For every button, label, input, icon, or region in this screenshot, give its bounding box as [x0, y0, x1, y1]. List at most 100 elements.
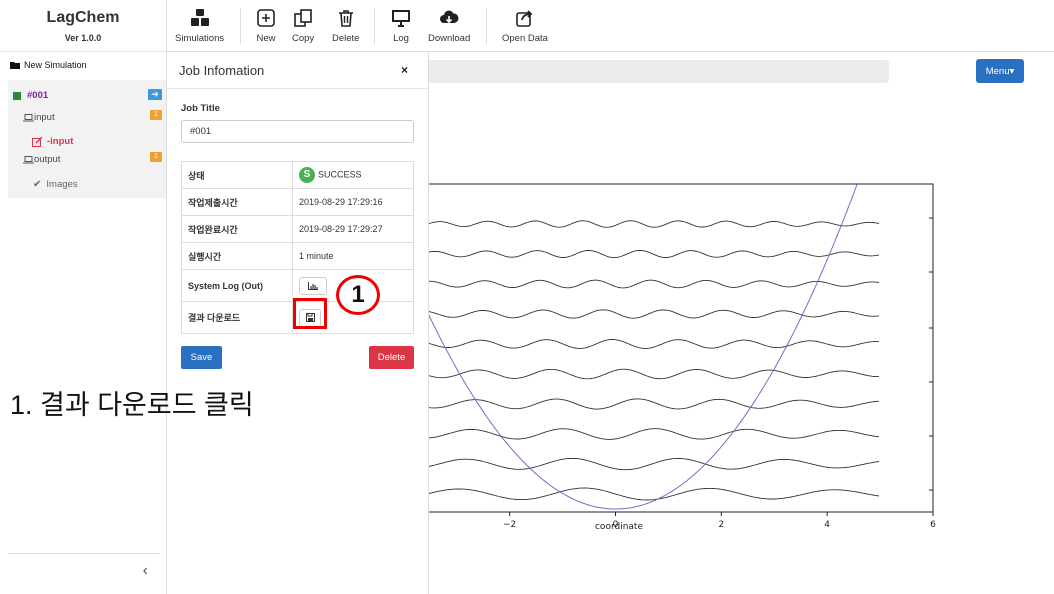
- step-number-badge: 1: [336, 275, 380, 315]
- runtime-value: 1 minute: [292, 242, 414, 270]
- copy-icon: [294, 9, 312, 27]
- result-download-key: 결과 다운로드: [181, 301, 293, 334]
- wavefunction-line: [425, 220, 880, 228]
- submit-time-key: 작업제출시간: [181, 188, 293, 216]
- sidebar-footer: ‹: [8, 553, 160, 593]
- table-row: 작업제출시간 2019-08-29 17:29:16: [181, 188, 414, 216]
- new-simulation-link[interactable]: New Simulation: [10, 60, 87, 70]
- cloud-download-icon: [440, 10, 459, 24]
- tree-item-input[interactable]: input: [23, 112, 55, 123]
- plus-square-icon: [257, 9, 275, 27]
- delete-toolbar-button[interactable]: Delete: [332, 8, 359, 44]
- wavefunction-line: [425, 309, 880, 319]
- job-title-input[interactable]: #001: [181, 120, 414, 143]
- job-title-label: Job Title: [181, 103, 220, 114]
- status-text: SUCCESS: [318, 169, 362, 180]
- check-icon: ✔: [33, 179, 42, 190]
- system-log-key: System Log (Out): [181, 269, 293, 302]
- sidebar: LagChem Ver 1.0.0 New Simulation #001 ➔ …: [0, 0, 167, 594]
- open-data-button[interactable]: Open Data: [502, 8, 548, 44]
- wavefunction-line: [425, 487, 880, 501]
- simulations-label: Simulations: [175, 33, 225, 44]
- finish-time-key: 작업완료시간: [181, 215, 293, 243]
- log-button[interactable]: Log: [391, 8, 411, 44]
- wavefunction-line: [425, 249, 880, 259]
- toolbar-divider: [374, 8, 375, 44]
- copy-button[interactable]: Copy: [292, 8, 314, 44]
- delete-toolbar-label: Delete: [332, 33, 360, 44]
- folder-icon: [10, 62, 20, 69]
- images-label: Images: [46, 179, 78, 190]
- x-axis-label: coordinate: [595, 522, 643, 532]
- new-label: New: [256, 33, 276, 44]
- instruction-text: 1. 결과 다운로드 클릭: [10, 390, 254, 420]
- wavefunction-chart: −2 0 2 4 6 coordinate: [425, 183, 936, 532]
- tree-item-images[interactable]: ✔ Images: [33, 179, 78, 190]
- wavefunction-line: [425, 368, 879, 380]
- submit-time-value: 2019-08-29 17:29:16: [292, 188, 414, 216]
- download-label: Download: [428, 33, 471, 44]
- close-icon[interactable]: ×: [401, 63, 408, 77]
- success-badge: S: [299, 167, 315, 183]
- x-tick-label: 6: [930, 520, 936, 530]
- wavefunction-line: [425, 457, 880, 471]
- toolbar: Simulations New Copy Delete Log Download…: [167, 0, 1054, 52]
- tree-item-output[interactable]: output: [23, 154, 60, 165]
- menu-button[interactable]: Menu▾: [976, 59, 1024, 83]
- x-tick-label: −2: [503, 520, 516, 530]
- output-count-badge: 1: [150, 152, 162, 162]
- input-count-badge: 1: [150, 110, 162, 120]
- panel-title: Job Infomation: [179, 63, 265, 78]
- job-icon: [13, 91, 21, 100]
- wavefunction-line: [425, 428, 880, 440]
- tree-item-input-child[interactable]: -input: [32, 136, 73, 147]
- chevron-left-icon[interactable]: ‹: [143, 562, 148, 580]
- monitor-icon: [392, 10, 410, 27]
- wavefunction-line: [425, 279, 880, 289]
- bar-chart-icon: [308, 281, 318, 290]
- toolbar-divider: [486, 8, 487, 44]
- system-log-button[interactable]: [299, 276, 327, 295]
- app-version: Ver 1.0.0: [64, 33, 102, 43]
- search-bar[interactable]: [428, 60, 889, 83]
- status-key: 상태: [181, 161, 293, 189]
- laptop-icon: [23, 155, 34, 163]
- cubes-icon: [190, 9, 209, 26]
- share-icon: [516, 10, 533, 27]
- x-tick-label: 2: [718, 520, 724, 530]
- trash-icon: [338, 10, 353, 27]
- plot-frame: [425, 183, 934, 513]
- edit-icon: [32, 136, 43, 147]
- simulation-tree: #001 ➔ input 1 -input output 1 ✔ Images: [8, 80, 166, 198]
- app-name: LagChem: [46, 9, 120, 26]
- toolbar-divider: [240, 8, 241, 44]
- finish-time-value: 2019-08-29 17:29:27: [292, 215, 414, 243]
- runtime-key: 실행시간: [181, 242, 293, 270]
- copy-label: Copy: [292, 33, 315, 44]
- new-button[interactable]: New: [256, 8, 276, 44]
- x-tick-label: 4: [824, 520, 830, 530]
- laptop-icon: [23, 113, 34, 121]
- table-row: 실행시간 1 minute: [181, 242, 414, 270]
- table-row: 작업완료시간 2019-08-29 17:29:27: [181, 215, 414, 243]
- status-value: S SUCCESS: [292, 161, 414, 189]
- download-button[interactable]: Download: [428, 8, 470, 44]
- open-data-label: Open Data: [502, 33, 548, 44]
- log-label: Log: [393, 33, 409, 44]
- brand: LagChem Ver 1.0.0: [0, 0, 166, 52]
- tree-item-job[interactable]: #001: [13, 90, 48, 101]
- save-button[interactable]: Save: [181, 346, 222, 369]
- simulations-button[interactable]: Simulations: [175, 8, 224, 44]
- new-simulation-label: New Simulation: [24, 60, 87, 70]
- highlight-box: [293, 298, 327, 329]
- job-label: #001: [27, 90, 49, 101]
- panel-header: Job Infomation ×: [167, 52, 428, 89]
- wavefunction-line: [425, 339, 880, 349]
- arrow-right-icon[interactable]: ➔: [148, 89, 162, 100]
- delete-button[interactable]: Delete: [369, 346, 414, 369]
- table-row: 상태 S SUCCESS: [181, 161, 414, 189]
- output-label: output: [34, 154, 61, 165]
- input-label: input: [34, 112, 55, 123]
- wavefunction-line: [425, 398, 880, 410]
- input-child-label: -input: [47, 136, 74, 147]
